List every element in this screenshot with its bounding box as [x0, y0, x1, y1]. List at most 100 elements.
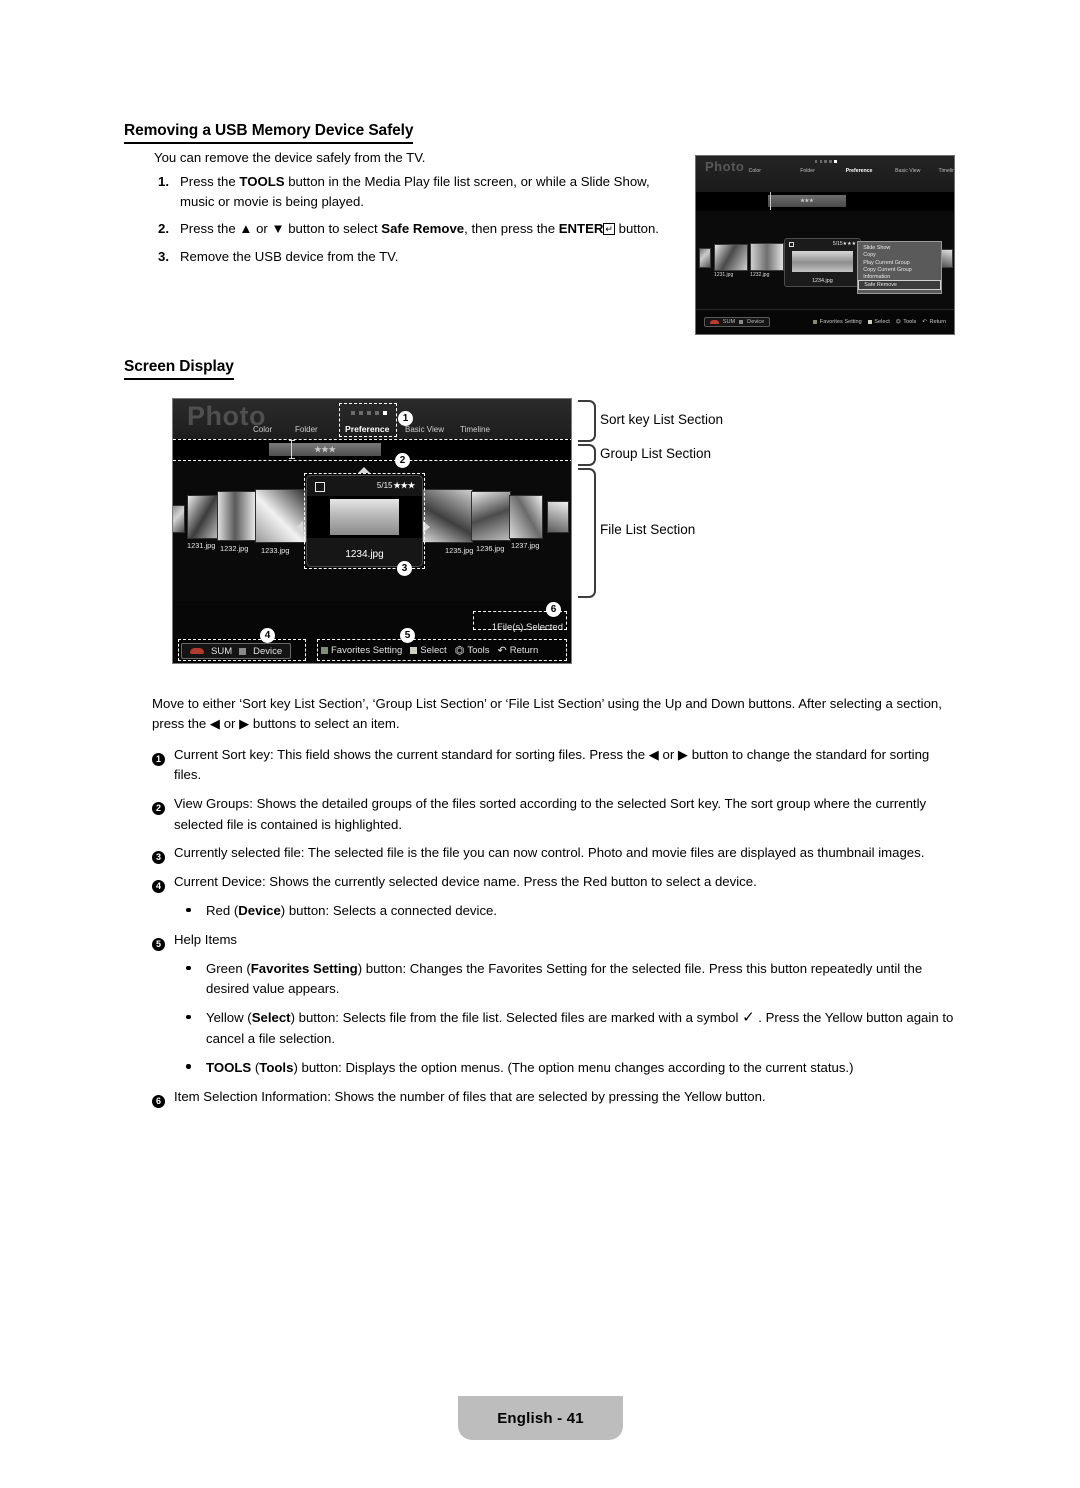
- screen-display-diagram: Photo Color Folder Preference Basic View…: [172, 398, 572, 664]
- step-item: 2. Press the ▲ or ▼ button to select Saf…: [154, 219, 679, 240]
- menu-item-play-current-group[interactable]: Play Current Group: [858, 259, 941, 266]
- callout-number-2: 2: [395, 453, 410, 468]
- explanation-item-2: 2 View Groups: Shows the detailed groups…: [152, 794, 957, 835]
- group-caret: [769, 192, 771, 211]
- selected-file-name: 1234.jpg: [345, 549, 384, 560]
- file-counter: 5/15★★★: [833, 241, 856, 247]
- help-return[interactable]: ↶ Return: [498, 644, 539, 657]
- callout-marker: 3: [152, 843, 174, 865]
- tv-selected-file-tile[interactable]: 5/15★★★ 1234.jpg: [783, 237, 862, 287]
- thumbnail-image[interactable]: [698, 247, 712, 269]
- help-tools[interactable]: ⏣ Tools: [455, 644, 490, 657]
- step-text: Remove the USB device from the TV.: [180, 249, 399, 265]
- sub-item-tools: TOOLS (Tools) button: Displays the optio…: [186, 1058, 957, 1078]
- help-label: Favorites Setting: [331, 645, 403, 656]
- explanation-list: Move to either ‘Sort key List Section’, …: [152, 694, 957, 1116]
- tv-nav-folder[interactable]: Folder: [800, 168, 815, 174]
- help-favorites-setting[interactable]: Favorites Setting: [813, 319, 862, 325]
- tv-nav-color[interactable]: Color: [749, 168, 761, 174]
- tv-nav-basic-view[interactable]: Basic View: [895, 168, 920, 174]
- dot: [819, 160, 822, 163]
- step-text: Press the ▲ or ▼ button to select Safe R…: [180, 221, 659, 237]
- callout-marker: 4: [152, 872, 174, 894]
- red-button-icon: [190, 648, 204, 654]
- device-button[interactable]: SUM Device: [703, 317, 771, 328]
- thumbnail-image[interactable]: [421, 489, 473, 543]
- tv-nav-preference[interactable]: Preference: [846, 168, 873, 174]
- step-number: 3.: [158, 249, 169, 265]
- bracket-group-list: [578, 444, 596, 466]
- file-label-1235: 1235.jpg: [445, 546, 474, 555]
- sortkey-color[interactable]: Color: [253, 425, 272, 434]
- thumbnail-image[interactable]: [255, 489, 307, 543]
- checkbox-icon[interactable]: [788, 241, 794, 247]
- sortkey-preference[interactable]: Preference: [345, 424, 389, 434]
- page-dots-indicator: [814, 160, 837, 163]
- tv-group-selected[interactable]: ★★★: [768, 194, 846, 207]
- help-label: Return: [929, 319, 947, 326]
- callout-number-1: 1: [398, 411, 413, 426]
- thumbnail-image[interactable]: [714, 243, 748, 272]
- device-button[interactable]: SUM Device: [181, 643, 292, 659]
- explanation-lead: Move to either ‘Sort key List Section’, …: [152, 696, 942, 732]
- dot: [351, 411, 355, 415]
- device-button-label: Device: [747, 319, 765, 326]
- help-return[interactable]: ↶ Return: [922, 319, 946, 325]
- help-label: Tools: [467, 645, 490, 656]
- right-arrow-icon[interactable]: [423, 521, 430, 533]
- step-text: Press the TOOLS button in the Media Play…: [180, 174, 650, 210]
- return-icon: ↶: [497, 645, 507, 657]
- yellow-square-icon: [867, 320, 872, 325]
- sub-item-green-favorites: Green (Favorites Setting) button: Change…: [186, 959, 957, 1000]
- checkmark-icon: ✓: [742, 1009, 755, 1027]
- device-button-sum-label: SUM: [211, 645, 233, 657]
- menu-item-copy-current-group[interactable]: Copy Current Group: [858, 266, 941, 273]
- numbered-steps-list: 1. Press the TOOLS button in the Media P…: [154, 172, 679, 274]
- sub-item-text: Green (Favorites Setting) button: Change…: [206, 961, 923, 997]
- thumbnail-image[interactable]: [187, 495, 221, 539]
- left-arrow-icon[interactable]: [296, 521, 303, 533]
- group-selected-item[interactable]: ★★★: [269, 443, 381, 456]
- callout-marker: 1: [152, 745, 174, 786]
- checkbox-icon[interactable]: [315, 482, 325, 492]
- thumbnail-label: 1231.jpg: [714, 272, 734, 279]
- selected-file-tile[interactable]: 5/15 ★★★ 1234.jpg: [306, 475, 423, 567]
- thumbnail-image[interactable]: [750, 242, 784, 272]
- tools-popup-menu[interactable]: Slide Show Copy Play Current Group Copy …: [857, 240, 943, 294]
- sortkey-folder[interactable]: Folder: [295, 425, 318, 434]
- dot-active: [383, 411, 387, 415]
- sortkey-basic-view[interactable]: Basic View: [405, 425, 444, 434]
- help-select[interactable]: Select: [410, 645, 447, 656]
- return-icon: ↶: [922, 319, 927, 326]
- help-label: Select: [874, 319, 890, 326]
- label-file-list-section: File List Section: [600, 522, 696, 537]
- menu-item-copy[interactable]: Copy: [858, 252, 941, 259]
- step-number: 2.: [158, 221, 169, 237]
- dot: [375, 411, 379, 415]
- bullet-dot: [186, 1008, 206, 1049]
- thumbnail-image[interactable]: [509, 495, 543, 539]
- selected-file-name: 1234.jpg: [812, 277, 833, 284]
- menu-item-slide-show[interactable]: Slide Show: [858, 245, 941, 252]
- tv-nav-timeline[interactable]: Timeline: [939, 168, 955, 174]
- bullet-dot: [186, 901, 206, 921]
- help-favorites-setting[interactable]: Favorites Setting: [321, 645, 402, 656]
- callout-number: 1: [152, 752, 165, 766]
- device-button-sum-label: SUM: [722, 319, 736, 326]
- thumbnail-image[interactable]: [471, 491, 511, 541]
- tv-header-bar: Photo Color Folder Preference Basic View…: [696, 156, 954, 192]
- menu-item-safe-remove[interactable]: Safe Remove: [858, 280, 942, 290]
- manual-page: Removing a USB Memory Device Safely You …: [0, 0, 1080, 1488]
- sortkey-timeline[interactable]: Timeline: [460, 425, 490, 434]
- callout-number: 6: [152, 1094, 165, 1108]
- thumbnail-image[interactable]: [217, 491, 257, 541]
- callout-number-5: 5: [400, 628, 415, 643]
- diagram-help-items: Favorites Setting Select ⏣ Tools ↶ Retur…: [321, 644, 538, 657]
- help-tools[interactable]: ⏣ Tools: [896, 319, 916, 325]
- selection-info-text: 1File(s) Selected: [491, 622, 563, 633]
- help-select[interactable]: Select: [867, 319, 890, 326]
- explanation-text: Help Items: [174, 932, 238, 948]
- menu-item-information[interactable]: Information: [858, 273, 941, 280]
- thumbnail-image[interactable]: [547, 501, 569, 533]
- thumbnail-image[interactable]: [173, 505, 185, 533]
